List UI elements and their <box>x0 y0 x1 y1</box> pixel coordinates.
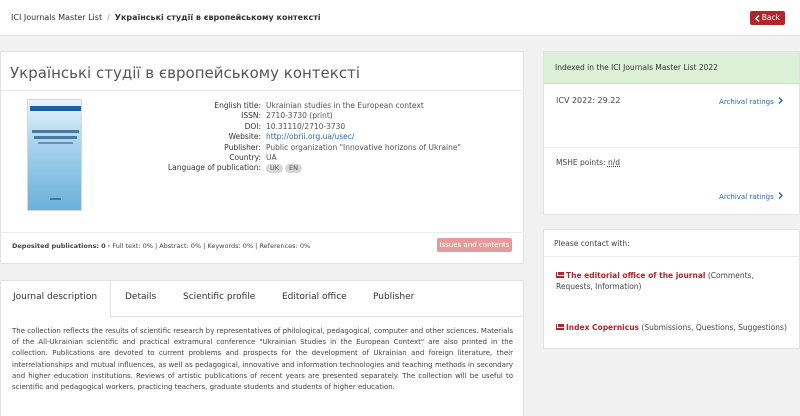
deposited-label: Deposited publications: <box>12 242 99 250</box>
language-tag: EN <box>285 164 303 174</box>
breadcrumb-root-link[interactable]: ICI Journals Master List <box>11 13 102 22</box>
deposited-details: › Full text: 0% | Abstract: 0% | Keyword… <box>105 242 311 250</box>
back-button-label: Back <box>761 13 780 22</box>
breadcrumb-current: Українські студії в європейському контек… <box>114 13 321 22</box>
mshe-label: MSHE points: <box>556 158 606 167</box>
tab-editorial-office[interactable]: Editorial office <box>282 292 347 302</box>
info-value: UA <box>266 152 277 162</box>
deposited-publications: Deposited publications: 0 › Full text: 0… <box>12 242 310 250</box>
contact-editorial-office-link[interactable]: The editorial office of the journal <box>566 271 705 280</box>
language-tag: UK <box>266 164 284 174</box>
archival-ratings-label: Archival ratings <box>719 193 774 201</box>
mshe-points: MSHE points: n/d <box>556 158 620 167</box>
info-label: Publisher: <box>224 142 261 152</box>
contact-note: (Submissions, Questions, Suggestions) <box>639 323 787 332</box>
chevron-right-icon <box>778 192 783 199</box>
info-label: Language of publication: <box>167 163 261 173</box>
contact-index-copernicus-link[interactable]: Index Copernicus <box>566 323 639 332</box>
contact-panel: Please contact with: The editorial offic… <box>543 229 800 349</box>
language-tags: UK EN <box>266 163 304 174</box>
chevron-right-icon <box>778 97 783 104</box>
tab-details[interactable]: Details <box>125 292 156 302</box>
chevron-left-icon <box>754 14 760 22</box>
tab-bar: Journal description Details Scientific p… <box>1 281 523 318</box>
info-label: Country: <box>229 152 261 162</box>
contact-header: Please contact with: <box>554 239 630 248</box>
mshe-value: n/d <box>607 158 620 167</box>
info-label: English title: <box>214 101 261 110</box>
breadcrumb: ICI Journals Master List / Українські студ… <box>11 13 321 22</box>
divider <box>1 90 523 91</box>
info-value: Ukrainian studies in the European contex… <box>266 101 424 110</box>
tab-journal-description[interactable]: Journal description <box>1 281 111 318</box>
contact-item: Index Copernicus (Submissions, Questions… <box>556 322 792 333</box>
contact-item: The editorial office of the journal (Com… <box>556 270 792 292</box>
page-title: Українські студії в європейському контек… <box>10 64 360 82</box>
indexing-panel: Indexed in the ICI Journals Master List … <box>543 51 800 215</box>
info-label: ISSN: <box>241 111 261 121</box>
divider <box>544 256 799 257</box>
back-button[interactable]: Back <box>749 11 785 25</box>
info-value: 10.31110/2710-3730 <box>266 121 346 131</box>
tab-scientific-profile[interactable]: Scientific profile <box>183 292 255 302</box>
tab-publisher[interactable]: Publisher <box>373 292 414 302</box>
archival-ratings-link[interactable]: Archival ratings <box>719 97 783 106</box>
divider <box>544 147 799 148</box>
envelope-icon <box>556 272 564 278</box>
info-value: 2710-3730 (print) <box>266 111 333 121</box>
top-bar: ICI Journals Master List / Українські студ… <box>0 0 800 36</box>
info-label: DOI: <box>244 121 261 131</box>
archival-ratings-link[interactable]: Archival ratings <box>719 192 783 201</box>
journal-tabs-panel: Journal description Details Scientific p… <box>0 280 524 416</box>
website-link[interactable]: http://obrii.org.ua/usec/ <box>266 132 354 141</box>
archival-ratings-label: Archival ratings <box>719 98 774 106</box>
icv-value: ICV 2022: 29.22 <box>556 96 621 105</box>
indexed-header-text: Indexed in the ICI Journals Master List … <box>555 63 718 72</box>
breadcrumb-separator: / <box>107 13 110 22</box>
info-value: Public organization "Innovative horizons… <box>266 142 461 152</box>
journal-cover-image <box>27 99 82 211</box>
issues-and-contents-button[interactable]: Issues and contents <box>437 238 512 252</box>
divider <box>1 232 523 233</box>
indexed-header: Indexed in the ICI Journals Master List … <box>544 52 799 84</box>
journal-description-text: The collection reflects the results of s… <box>12 327 513 392</box>
envelope-icon <box>556 324 564 330</box>
journal-header-panel: Українські студії в європейському контек… <box>0 51 524 264</box>
info-label: Website: <box>228 132 261 142</box>
